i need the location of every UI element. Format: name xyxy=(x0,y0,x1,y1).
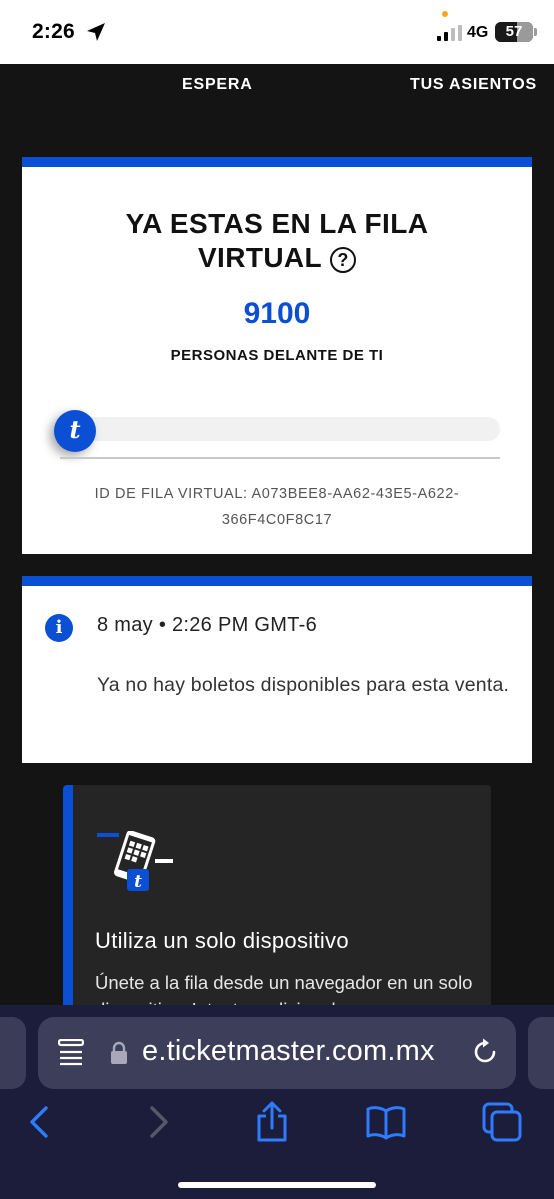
browser-toolbar: e.ticketmaster.com.mx xyxy=(0,1005,554,1199)
tab-tus-asientos[interactable]: TUS ASIENTOS xyxy=(410,76,537,94)
next-tab-peek[interactable] xyxy=(528,1017,554,1089)
battery-icon: 57 xyxy=(495,22,533,42)
status-time: 2:26 xyxy=(32,20,75,43)
privacy-indicator-dot xyxy=(442,11,448,17)
battery-level: 57 xyxy=(505,23,523,40)
help-icon[interactable]: ? xyxy=(330,246,357,273)
reload-icon[interactable] xyxy=(470,1037,500,1067)
status-bar: 2:26 4G 57 xyxy=(0,0,554,64)
previous-tab-peek[interactable] xyxy=(0,1017,26,1089)
message-text: Ya no hay boletos disponibles para esta … xyxy=(97,674,510,696)
share-icon[interactable] xyxy=(250,1100,294,1144)
info-message-card: i 8 may • 2:26 PM GMT-6 Ya no hay boleto… xyxy=(22,576,532,763)
lock-icon xyxy=(111,1041,127,1064)
network-type: 4G xyxy=(467,24,489,41)
people-ahead-count: 9100 xyxy=(243,297,311,330)
queue-progress-bar xyxy=(60,417,500,441)
info-icon: i xyxy=(45,614,73,642)
queue-tabs: ESPERA TUS ASIENTOS xyxy=(0,64,554,108)
queue-title: YA ESTAS EN LA FILA VIRTUAL? xyxy=(22,207,532,275)
svg-text:t: t xyxy=(134,872,142,892)
forward-chevron-icon[interactable] xyxy=(136,1100,180,1144)
people-ahead-label: PERSONAS DELANTE DE TI xyxy=(170,347,384,364)
home-indicator xyxy=(178,1182,376,1188)
book-icon[interactable] xyxy=(364,1100,408,1144)
virtual-queue-id: ID DE FILA VIRTUAL: A073BEE8-AA62-43E5-A… xyxy=(94,486,460,528)
queue-title-line2: VIRTUAL xyxy=(197,242,323,273)
message-timestamp: 8 may • 2:26 PM GMT-6 xyxy=(97,614,318,636)
address-bar[interactable]: e.ticketmaster.com.mx xyxy=(38,1017,516,1089)
url-text[interactable]: e.ticketmaster.com.mx xyxy=(142,1035,435,1068)
reader-mode-icon[interactable] xyxy=(58,1039,84,1067)
tip-title: Utiliza un solo dispositivo xyxy=(95,928,349,953)
queue-title-line1: YA ESTAS EN LA FILA xyxy=(125,208,429,239)
back-chevron-icon[interactable] xyxy=(20,1100,64,1144)
tab-espera[interactable]: ESPERA xyxy=(182,76,253,94)
virtual-queue-card: YA ESTAS EN LA FILA VIRTUAL? 9100 PERSON… xyxy=(22,157,532,554)
battery-cap xyxy=(534,28,537,36)
tabs-icon[interactable] xyxy=(480,1100,524,1144)
single-device-icon: t xyxy=(97,831,173,892)
divider xyxy=(60,457,500,459)
location-arrow-icon xyxy=(87,23,105,41)
signal-bars-icon xyxy=(437,25,462,41)
ticketmaster-logo-icon: t xyxy=(54,410,96,452)
